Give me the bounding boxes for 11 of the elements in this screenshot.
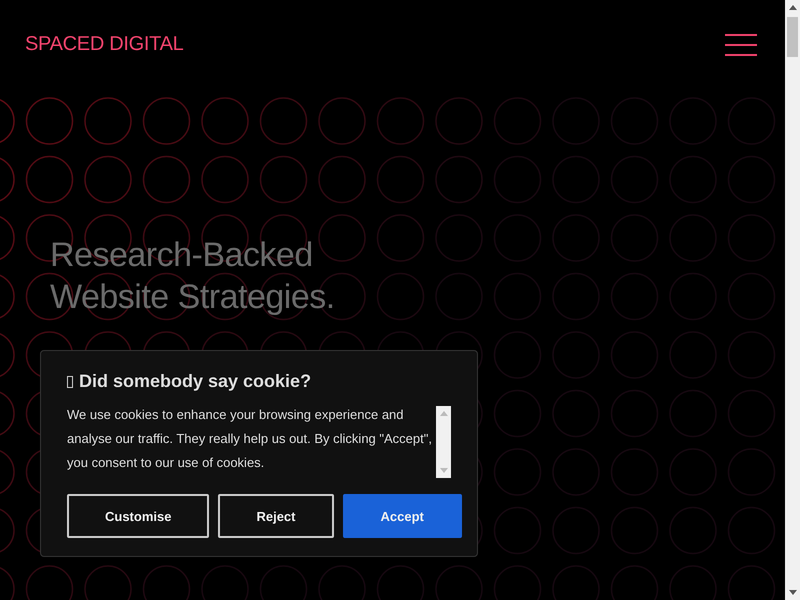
cookie-button[interactable]: Customise (67, 494, 210, 538)
menu-icon[interactable] (725, 34, 757, 56)
page-scrollbar[interactable] (785, 0, 800, 600)
missing-glyph-icon (67, 376, 73, 388)
logo[interactable]: SPACED DIGITAL (25, 33, 184, 56)
cookie-button[interactable]: Reject (218, 494, 334, 538)
banner-text: We use cookies to enhance your browsing experience and analyse our traffic. They really help us out. By clicking "Accept", you consent to our use of cookies. (67, 406, 433, 472)
headline: Research-Backed (50, 235, 313, 276)
accept-button[interactable]: Accept (342, 494, 462, 538)
banner-title: Did somebody say cookie? (79, 371, 312, 392)
scrollbar[interactable] (436, 406, 451, 478)
